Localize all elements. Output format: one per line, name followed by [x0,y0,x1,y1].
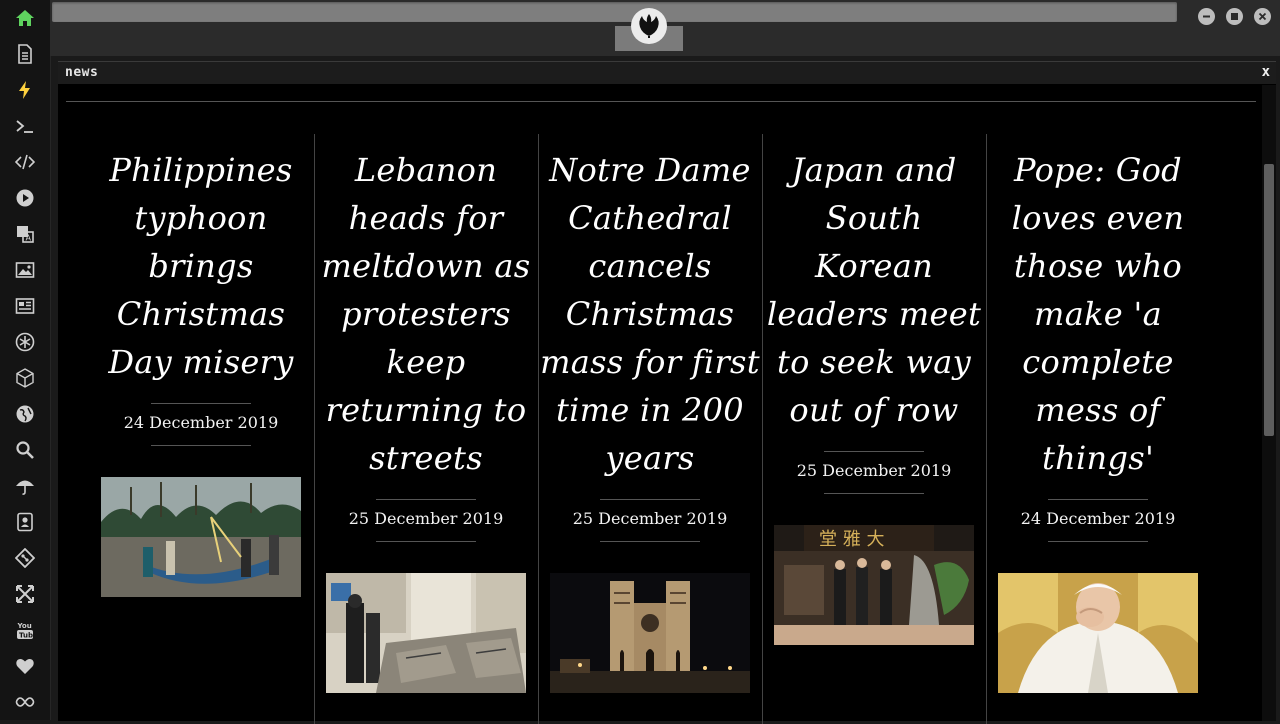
minimize-button[interactable] [1198,8,1215,25]
news-article[interactable]: Notre Dame Cathedral cancels Christmas m… [538,134,761,724]
date-divider [151,403,251,404]
news-article[interactable]: Philippines typhoon brings Christmas Day… [90,134,312,724]
home-icon[interactable] [13,6,37,30]
date-divider [600,541,700,542]
news-article[interactable]: Japan and South Korean leaders meet to s… [762,134,985,724]
newspaper-icon[interactable] [13,294,37,318]
expand-icon[interactable] [13,582,37,606]
translate-icon[interactable]: A [13,222,37,246]
svg-text:Tube: Tube [19,632,35,640]
youtube-icon[interactable]: You Tube [13,618,37,642]
globe-icon[interactable] [13,402,37,426]
news-window: news x Philippines typhoon brings Christ… [58,61,1276,724]
code-icon[interactable] [13,150,37,174]
infinity-icon[interactable] [13,690,37,714]
app-sidebar: A You Tube [0,0,51,720]
protest-rubble-image[interactable] [326,573,526,693]
article-date: 25 December 2019 [348,509,504,528]
maximize-button[interactable] [1226,8,1243,25]
news-article[interactable]: Pope: God loves even those who make 'a c… [986,134,1209,724]
rebel-alliance-logo-icon[interactable] [631,8,667,44]
date-divider [1048,541,1148,542]
contact-icon[interactable] [13,510,37,534]
pope-image[interactable] [998,573,1198,693]
boat-on-beach-image[interactable] [101,477,301,597]
heart-icon[interactable] [13,654,37,678]
date-divider [600,499,700,500]
scrollbar-thumb[interactable] [1264,164,1274,436]
date-divider [1048,499,1148,500]
svg-text:堂 雅 大: 堂 雅 大 [819,529,884,550]
date-divider [824,451,924,452]
scrollbar[interactable] [1262,85,1276,721]
news-titlebar: news x [58,62,1276,84]
cube-icon[interactable] [13,366,37,390]
svg-text:A: A [26,234,32,243]
bolt-icon[interactable] [13,78,37,102]
article-headline[interactable]: Philippines typhoon brings Christmas Day… [90,146,312,386]
article-date: 24 December 2019 [123,413,279,432]
article-headline[interactable]: Japan and South Korean leaders meet to s… [763,146,985,434]
umbrella-icon[interactable] [13,474,37,498]
svg-text:You: You [17,622,32,630]
date-divider [376,499,476,500]
header-divider [66,101,1256,102]
date-divider [376,541,476,542]
asterisk-icon[interactable] [13,330,37,354]
address-field[interactable] [52,2,1177,22]
cathedral-night-image[interactable] [550,573,750,693]
play-icon[interactable] [13,186,37,210]
article-date: 24 December 2019 [1020,509,1176,528]
document-icon[interactable] [13,42,37,66]
article-date: 25 December 2019 [796,461,952,480]
article-headline[interactable]: Lebanon heads for meltdown as protesters… [315,146,537,482]
article-headline[interactable]: Notre Dame Cathedral cancels Christmas m… [539,146,761,482]
window-title: news [65,65,99,80]
news-article[interactable]: Lebanon heads for meltdown as protesters… [314,134,537,724]
leaders-meeting-image[interactable]: 堂 雅 大 [774,525,974,645]
git-icon[interactable] [13,546,37,570]
article-date: 25 December 2019 [572,509,728,528]
close-window-button[interactable] [1254,8,1271,25]
date-divider [151,445,251,446]
search-icon[interactable] [13,438,37,462]
top-bar [50,0,1280,56]
close-news-button[interactable]: x [1262,64,1270,80]
date-divider [824,493,924,494]
image-icon[interactable] [13,258,37,282]
terminal-icon[interactable] [13,114,37,138]
article-headline[interactable]: Pope: God loves even those who make 'a c… [987,146,1209,482]
